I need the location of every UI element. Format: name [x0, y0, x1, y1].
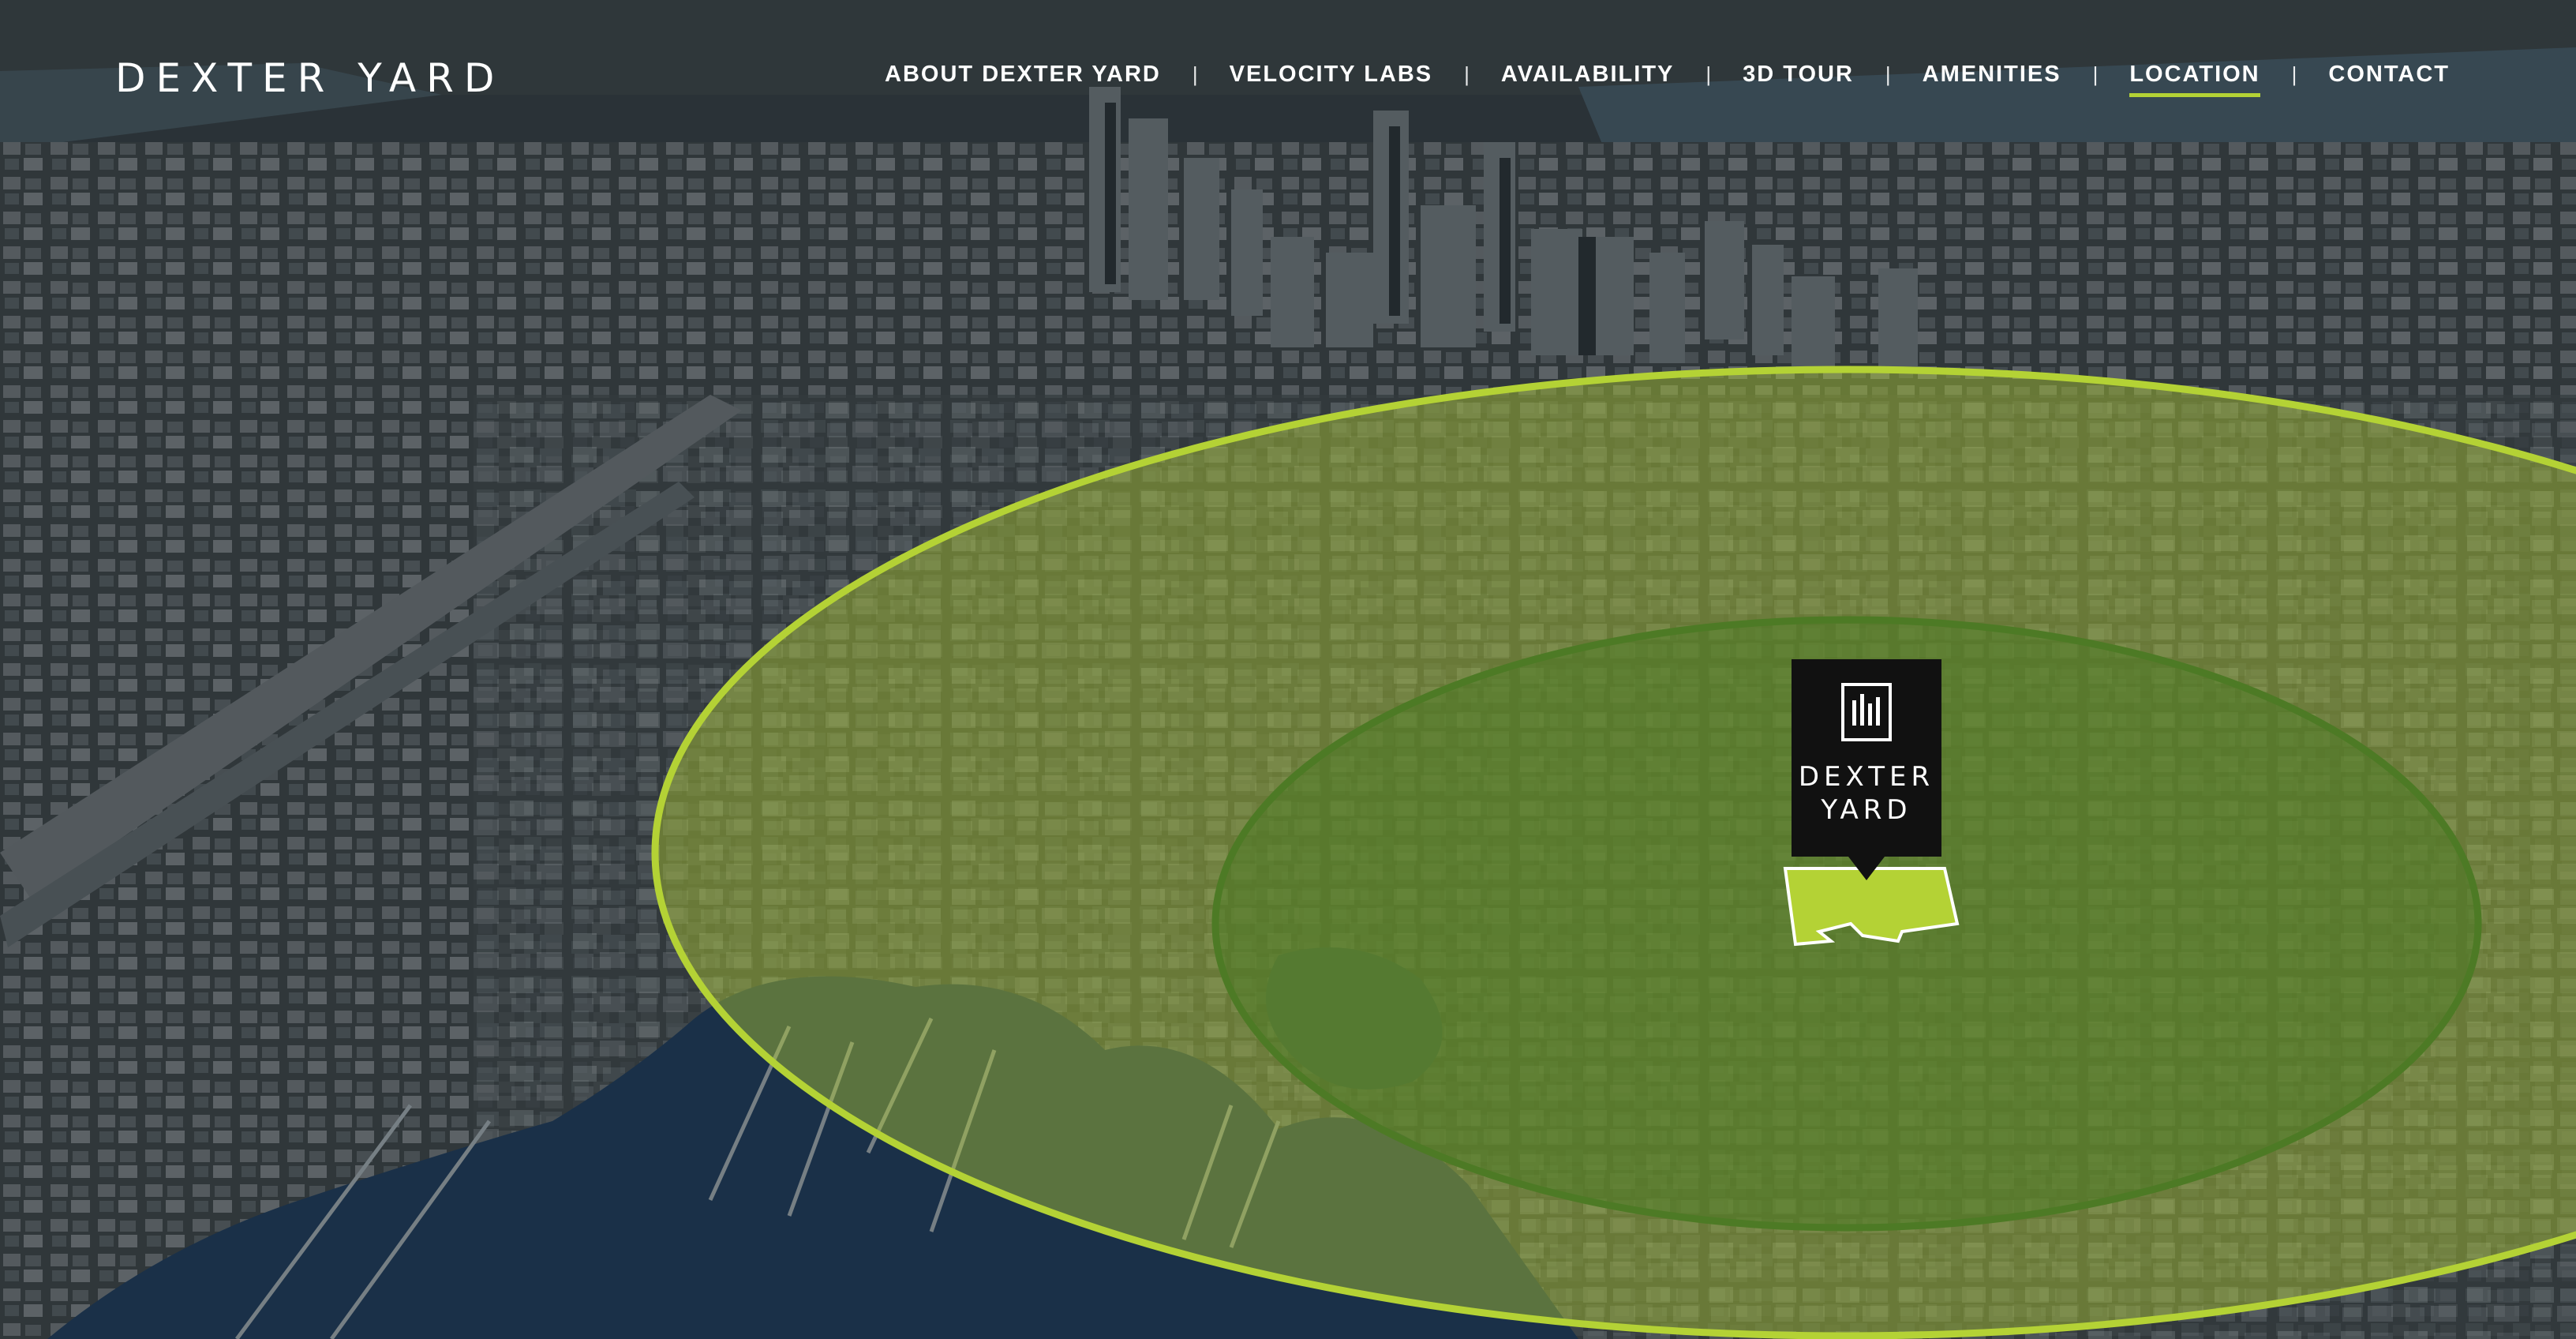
nav-contact[interactable]: CONTACT — [2328, 62, 2450, 97]
nav-3d-tour[interactable]: 3D TOUR — [1743, 62, 1854, 97]
nav-availability[interactable]: AVAILABILITY — [1501, 62, 1674, 97]
aerial-map-background — [0, 0, 2576, 1339]
marker-label-line1: DEXTER — [1798, 761, 1935, 793]
nav-separator: | — [1885, 62, 1891, 86]
nav-about-dexter-yard[interactable]: ABOUT DEXTER YARD — [885, 62, 1161, 97]
main-navigation: ABOUT DEXTER YARD | VELOCITY LABS | AVAI… — [885, 62, 2450, 97]
nav-velocity-labs[interactable]: VELOCITY LABS — [1230, 62, 1433, 97]
nav-separator: | — [2092, 62, 2099, 86]
marker-label-line2: YARD — [1821, 794, 1912, 826]
nav-separator: | — [2291, 62, 2297, 86]
aerial-map: DEXTER YARD — [0, 0, 2576, 1339]
nav-separator: | — [1705, 62, 1712, 86]
nav-location[interactable]: LOCATION — [2129, 62, 2260, 97]
nav-separator: | — [1192, 62, 1198, 86]
nav-separator: | — [1464, 62, 1470, 86]
marker-label: DEXTER YARD — [1792, 760, 1941, 827]
building-logo-icon — [1841, 683, 1892, 741]
nav-amenities[interactable]: AMENITIES — [1923, 62, 2061, 97]
site-logo[interactable]: DEXTER YARD — [115, 55, 504, 101]
dexter-yard-map-marker[interactable]: DEXTER YARD — [1792, 659, 1941, 880]
